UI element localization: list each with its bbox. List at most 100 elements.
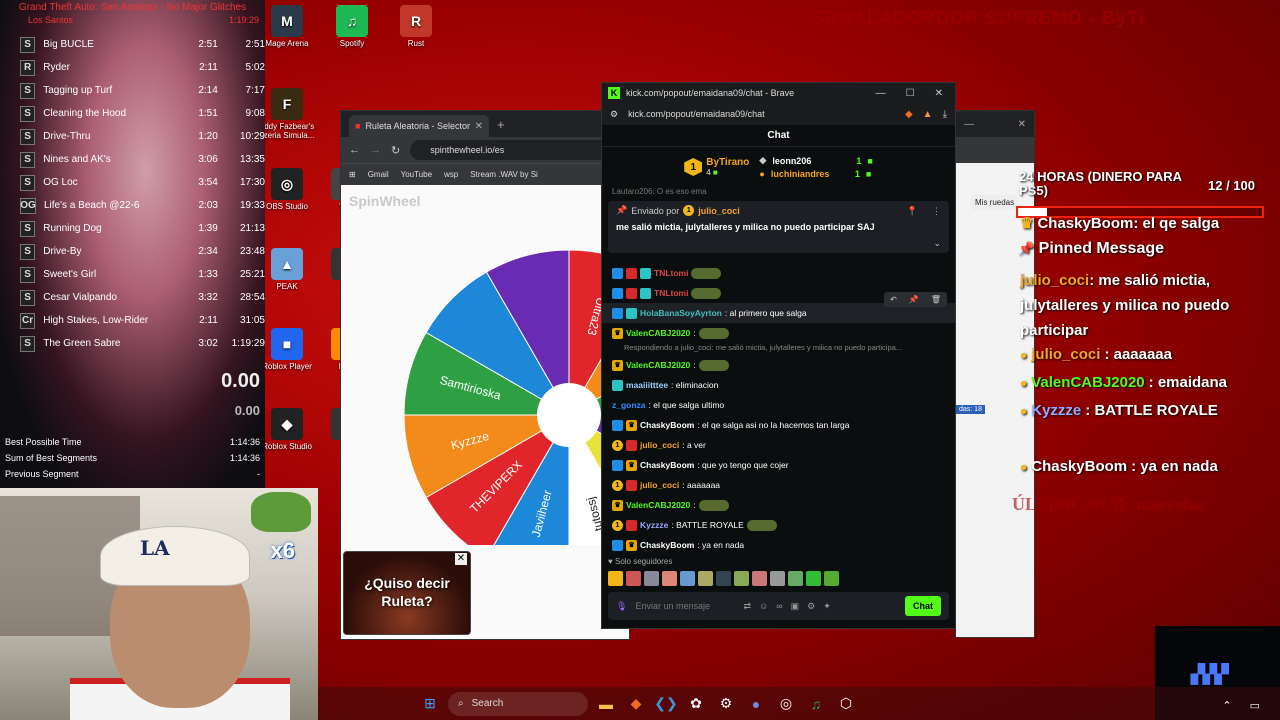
chat-message[interactable]: ♛ ChaskyBoom: que yo tengo que cojer <box>602 455 955 475</box>
settings-icon[interactable]: ⚙ <box>807 601 815 612</box>
chevron-up-icon[interactable]: ⌃ <box>1222 699 1231 712</box>
ad-banner[interactable]: ¿Quiso decir Ruleta? ✕ <box>343 551 471 635</box>
leader-name[interactable]: leonn206 <box>772 156 850 166</box>
split-row[interactable]: S Drive-Thru 1:20 10:29 <box>0 125 265 148</box>
chat-username[interactable]: ValenCABJ2020 <box>626 328 690 338</box>
settings-icon[interactable]: ⚙ <box>714 692 738 716</box>
viewer-avatar[interactable] <box>806 571 821 586</box>
users-icon[interactable]: ∞ <box>776 601 782 611</box>
viewer-avatar[interactable] <box>680 571 695 586</box>
chat-message[interactable]: 1 julio_coci: aaaaaaa <box>602 475 955 495</box>
reload-icon[interactable]: ↻ <box>391 144 400 157</box>
new-tab-icon[interactable]: + <box>497 117 505 132</box>
chat-username[interactable]: ChaskyBoom <box>640 420 694 430</box>
chevron-down-icon[interactable]: ⌄ <box>933 238 941 249</box>
split-row[interactable]: S OG Loc 3:54 17:30 <box>0 171 265 194</box>
chat-message[interactable]: ♛ ChaskyBoom: ya en nada <box>602 535 955 555</box>
gift-icon[interactable]: ▣ <box>791 601 800 612</box>
viewer-avatar[interactable] <box>770 571 785 586</box>
apps-grid-icon[interactable]: ⊞ <box>349 170 356 179</box>
brave-shield-icon[interactable]: ◆ <box>905 109 913 120</box>
chat-username[interactable]: ValenCABJ2020 <box>626 500 690 510</box>
download-icon[interactable]: ⤓ <box>943 109 947 120</box>
viewer-avatar[interactable] <box>608 571 623 586</box>
split-row[interactable]: S Drive-By 2:34 23:48 <box>0 240 265 263</box>
spin-wheel[interactable]: Ultra23ChaskyBoomBlaxis26HolaBanaSoyAyrt… <box>401 215 630 545</box>
leader-name[interactable]: luchiniandres <box>771 169 849 179</box>
chat-message[interactable]: ♛ ValenCABJ2020: <box>602 495 955 515</box>
split-row[interactable]: S Cesar Vialpando 3:32 28:54 <box>0 286 265 309</box>
file-explorer-icon[interactable]: ▬ <box>594 692 618 716</box>
viewer-avatar[interactable] <box>824 571 839 586</box>
wheel-center-button[interactable] <box>537 383 601 447</box>
viewer-avatar[interactable] <box>788 571 803 586</box>
send-chat-button[interactable]: Chat <box>905 596 941 616</box>
spotify-icon[interactable]: ♫ <box>804 692 828 716</box>
chat-username[interactable]: ChaskyBoom <box>640 460 694 470</box>
pin-message-icon[interactable]: 📌 <box>909 295 919 304</box>
viewer-avatar[interactable] <box>626 571 641 586</box>
split-row[interactable]: S Cleaning the Hood 1:51 9:08 <box>0 102 265 125</box>
rewards-icon[interactable]: ▲ <box>923 109 933 120</box>
chat-message[interactable]: ♛ ChaskyBoom: el qe salga asi no la hacem… <box>602 415 955 435</box>
site-info-icon[interactable]: ⚙ <box>610 109 618 120</box>
bookmark-item[interactable]: YouTube <box>401 170 432 179</box>
split-row[interactable]: Cr High Stakes, Low-Rider 2:11 31:05 <box>0 309 265 332</box>
chat-input[interactable] <box>635 601 736 611</box>
split-row[interactable]: OG Life's a Beach @22-6 2:03 19:33 <box>0 194 265 217</box>
viewer-avatar[interactable] <box>698 571 713 586</box>
split-row[interactable]: S Big BUCLE 2:51 2:51 <box>0 33 265 56</box>
translate-icon[interactable]: ⇄ <box>743 601 751 612</box>
chat-message[interactable]: TNLtomi <box>602 263 955 283</box>
ad-close-icon[interactable]: ✕ <box>455 553 467 565</box>
wheel-url-bar[interactable]: spinthewheel.io/es <box>410 140 621 160</box>
unpin-icon[interactable]: 📍 <box>907 206 918 217</box>
chat-message[interactable]: ♛ ValenCABJ2020: <box>602 323 955 343</box>
desktop-icon[interactable]: R Rust <box>384 5 448 48</box>
chat-username[interactable]: TNLtomi <box>654 288 688 298</box>
viewer-avatar[interactable] <box>644 571 659 586</box>
chat-message[interactable]: 1 julio_coci: a ver <box>602 435 955 455</box>
bookmark-item[interactable]: Stream .WAV by Si <box>470 170 538 179</box>
minimize-icon[interactable]: — <box>876 88 886 99</box>
network-app-icon[interactable]: ⬡ <box>834 692 858 716</box>
minimize-icon[interactable]: — <box>964 119 974 130</box>
brave-icon[interactable]: ◆ <box>624 692 648 716</box>
forward-icon[interactable]: → <box>370 144 381 156</box>
viewer-avatar[interactable] <box>752 571 767 586</box>
kick-url-bar[interactable]: ⚙ kick.com/popout/emaidana09/chat ◆ ▲ ⤓ <box>602 103 955 125</box>
chat-username[interactable]: HolaBanaSoyAyrton <box>640 308 722 318</box>
viewer-avatar[interactable] <box>662 571 677 586</box>
bookmark-item[interactable]: wsp <box>444 170 458 179</box>
delete-icon[interactable]: 🗑 <box>931 295 941 304</box>
chat-message[interactable]: ♛ ValenCABJ2020: <box>602 355 955 375</box>
split-row[interactable]: S Sweet's Girl 1:33 25:21 <box>0 263 265 286</box>
chat-username[interactable]: ChaskyBoom <box>640 540 694 550</box>
close-icon[interactable]: ✕ <box>935 88 943 99</box>
mic-icon[interactable]: 🎙 <box>616 601 627 612</box>
chat-message[interactable]: 1 Kyzzze: BATTLE ROYALE <box>602 515 955 535</box>
chat-username[interactable]: julio_coci <box>640 480 679 490</box>
chat-username[interactable]: ValenCABJ2020 <box>626 360 690 370</box>
pinned-message[interactable]: 📌 Enviado por 1 julio_coci me salió mict… <box>608 201 949 253</box>
viewer-avatar[interactable] <box>734 571 749 586</box>
taskbar-search[interactable]: ⌕ Search <box>448 691 588 716</box>
chat-username[interactable]: Kyzzze <box>640 520 668 530</box>
split-row[interactable]: S The Green Sabre 3:02 1:19:29 <box>0 332 265 355</box>
tab-close-icon[interactable]: ✕ <box>475 121 483 132</box>
vscode-icon[interactable]: ❮❯ <box>654 692 678 716</box>
display-icon[interactable]: ▭ <box>1250 699 1260 712</box>
split-row[interactable]: S Tagging up Turf 2:14 7:17 <box>0 79 265 102</box>
desktop-icon[interactable]: ♫ Spotify <box>320 5 384 48</box>
obs-icon[interactable]: ◎ <box>774 692 798 716</box>
back-icon[interactable]: ← <box>349 144 360 156</box>
reply-icon[interactable]: ↶ <box>890 295 897 304</box>
chat-username[interactable]: TNLtomi <box>654 268 688 278</box>
chat-username[interactable]: maaiiitttee <box>626 380 668 390</box>
chat-username[interactable]: z_gonza <box>612 400 646 410</box>
mis-ruedas-button[interactable]: Mis ruedas <box>971 195 1019 210</box>
kick-coin-icon[interactable]: ✦ <box>823 601 831 612</box>
split-row[interactable]: S Running Dog 1:39 21:13 <box>0 217 265 240</box>
emoji-icon[interactable]: ☺ <box>759 601 768 611</box>
close-icon[interactable]: ✕ <box>1018 119 1026 130</box>
